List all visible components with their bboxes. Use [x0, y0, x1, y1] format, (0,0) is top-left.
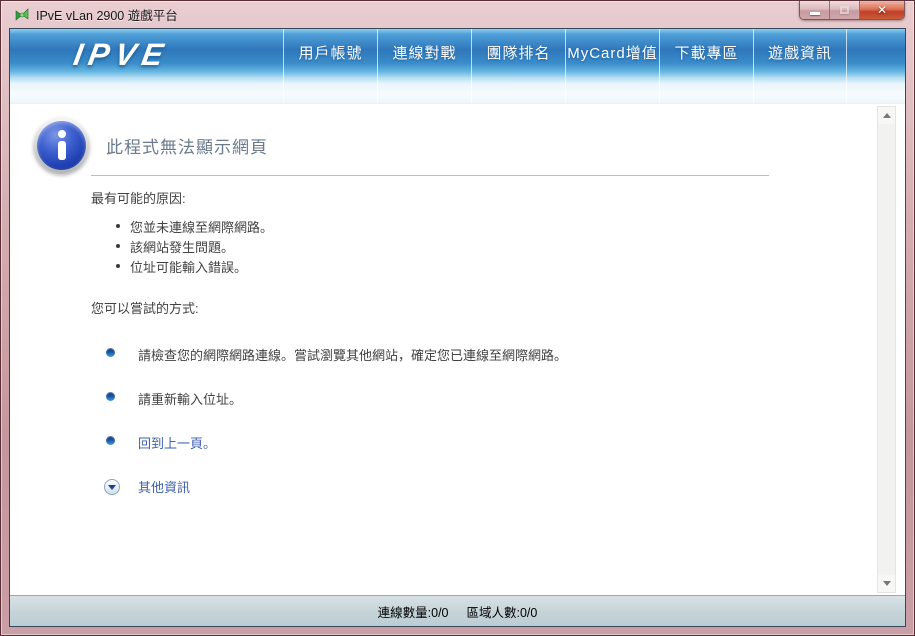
nav-item-mycard-topup[interactable]: MyCard增值: [565, 29, 659, 103]
titlebar: IPvE vLan 2900 遊戲平台 ✕: [1, 1, 914, 28]
scrollbar[interactable]: [877, 106, 896, 593]
list-item: 回到上一頁。: [91, 433, 905, 452]
divider-rule: [91, 175, 769, 176]
maximize-icon: [840, 6, 849, 14]
info-icon: [34, 118, 89, 173]
client-area: IPVE 用戶帳號 連線對戰 團隊排名 MyCard增值 下載專區 遊戲資訊 此…: [9, 28, 906, 627]
scroll-up-icon: [882, 113, 891, 118]
list-item: 請檢查您的網際網路連線。嘗試瀏覽其他網站，確定您已連線至網際網路。: [91, 345, 905, 364]
error-title: 此程式無法顯示網頁: [106, 138, 268, 157]
ipve-logo: IPVE: [71, 37, 172, 72]
navbar: IPVE 用戶帳號 連線對戰 團隊排名 MyCard增值 下載專區 遊戲資訊: [10, 29, 905, 104]
nav-item-team-ranking[interactable]: 團隊排名: [471, 29, 565, 103]
list-item: 請重新輸入位址。: [91, 389, 905, 408]
maximize-button[interactable]: [830, 1, 860, 19]
blue-sphere-bullet-icon: [106, 392, 115, 401]
scrollbar-down-button[interactable]: [878, 575, 895, 592]
more-info-link[interactable]: 其他資訊: [138, 477, 190, 496]
close-icon: ✕: [876, 3, 888, 17]
suggestions-list: 請檢查您的網際網路連線。嘗試瀏覽其他網站，確定您已連線至網際網路。 請重新輸入位…: [91, 345, 905, 496]
blue-sphere-bullet-icon: [106, 348, 115, 357]
window-title: IPvE vLan 2900 遊戲平台: [36, 9, 178, 23]
causes-list: 您並未連線至網際網路。 該網站發生問題。 位址可能輸入錯誤。: [91, 216, 905, 276]
more-info-row: 其他資訊: [91, 477, 905, 496]
nav-item-download-zone[interactable]: 下載專區: [659, 29, 753, 103]
error-header: 此程式無法顯示網頁: [34, 118, 905, 173]
app-window: IPvE vLan 2900 遊戲平台 ✕ IPVE 用戶帳號 連線對戰 團隊排…: [0, 0, 915, 636]
bullet-icon: [116, 224, 120, 228]
nav-item-online-battle[interactable]: 連線對戰: [377, 29, 471, 103]
causes-heading: 最有可能的原因:: [91, 191, 186, 206]
players-count: 區域人數:0/0: [466, 605, 538, 620]
error-page: 此程式無法顯示網頁 最有可能的原因: 您並未連線至網際網路。 該網站發生問題。: [10, 104, 905, 496]
window-controls: ✕: [799, 1, 905, 20]
try-heading: 您可以嘗試的方式:: [91, 301, 199, 316]
bullet-icon: [116, 264, 120, 268]
list-item: 位址可能輸入錯誤。: [91, 256, 905, 276]
close-button[interactable]: ✕: [860, 1, 904, 19]
chevron-down-circle-icon[interactable]: [104, 478, 120, 495]
app-icon: [14, 7, 30, 23]
scrollbar-up-button[interactable]: [878, 107, 895, 124]
blue-sphere-bullet-icon: [106, 436, 115, 445]
nav-item-game-info[interactable]: 遊戲資訊: [753, 29, 847, 103]
bullet-icon: [116, 244, 120, 248]
connections-count: 連線數量:0/0: [377, 605, 449, 620]
nav-item-user-account[interactable]: 用戶帳號: [283, 29, 377, 103]
list-item: 您並未連線至網際網路。: [91, 216, 905, 236]
scroll-down-icon: [882, 581, 891, 586]
minimize-icon: [809, 11, 820, 15]
back-link[interactable]: 回到上一頁。: [138, 433, 216, 452]
nav-menu: 用戶帳號 連線對戰 團隊排名 MyCard增值 下載專區 遊戲資訊: [283, 29, 847, 103]
minimize-button[interactable]: [800, 1, 830, 19]
browser-view: 此程式無法顯示網頁 最有可能的原因: 您並未連線至網際網路。 該網站發生問題。: [10, 104, 905, 595]
statusbar: 連線數量:0/0 區域人數:0/0: [10, 595, 905, 626]
list-item: 該網站發生問題。: [91, 236, 905, 256]
